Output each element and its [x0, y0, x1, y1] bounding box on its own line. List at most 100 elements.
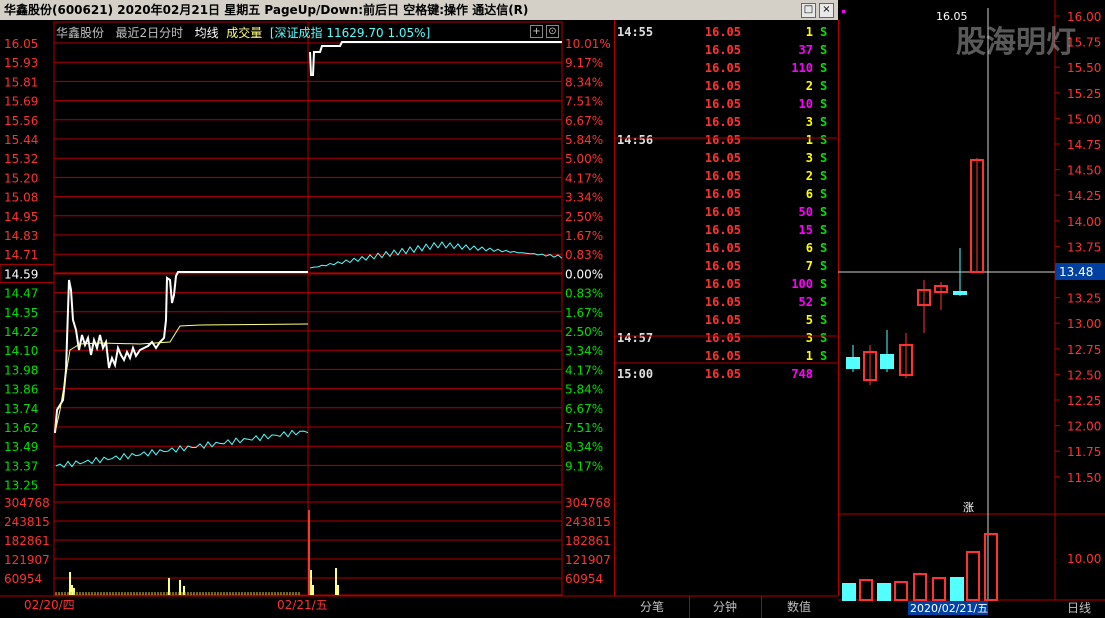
tick-flag: S [820, 97, 828, 111]
tick-volume: 50 [798, 205, 813, 219]
intraday-chart[interactable]: 16.05 15.93 15.81 15.69 15.56 15.44 15.32 15.20… [0, 20, 614, 618]
tab-values[interactable]: 数值 [761, 596, 837, 618]
tick-flag: S [820, 151, 828, 165]
pct-tick-label: 1.67% [565, 229, 603, 243]
price-tick-label: 14.35 [4, 306, 38, 320]
tick-flag [820, 365, 834, 383]
pct-tick-label: 8.34% [565, 75, 603, 89]
pct-tick-label: 9.17% [565, 56, 603, 70]
tick-time [617, 203, 667, 221]
tick-flag: S [820, 241, 828, 255]
price-tick-label: 13.37 [4, 459, 38, 473]
kline-volume-bar [966, 551, 980, 601]
tick-flag: S [820, 277, 828, 291]
tick-flag: S [820, 331, 828, 345]
pct-tick-label: 6.67% [565, 114, 603, 128]
legend-index: [深证成指 11629.70 1.05%] [269, 26, 431, 40]
tick-volume: 1 [805, 349, 813, 363]
kline-chart[interactable]: 16.0015.7515.5015.2515.0014.7514.5014.25… [838, 0, 1105, 618]
price-tick-label: 15.32 [4, 152, 38, 166]
vol-tick-label-right: 121907 [565, 553, 611, 567]
kline-price-label: 15.50 [1067, 61, 1101, 75]
pct-tick-label: 8.34% [565, 440, 603, 454]
kline-volume-bar [950, 577, 964, 601]
tick-price: 16.05 [704, 25, 741, 39]
tick-time [617, 113, 667, 131]
tick-volume: 6 [805, 187, 813, 201]
kline-price-label: 11.75 [1067, 445, 1101, 459]
price-tick-label: 13.86 [4, 383, 38, 397]
tick-price: 16.05 [704, 277, 741, 291]
pct-tick-label: 0.83% [565, 248, 603, 262]
pct-tick-label: 0.00% [565, 267, 603, 281]
tick-time [617, 41, 667, 59]
chart-legend: 华鑫股份 最近2日分时 均线 成交量 [深证成指 11629.70 1.05%] [56, 24, 430, 41]
restore-button[interactable]: □ [801, 3, 816, 18]
kline-top-label: 16.05 [936, 10, 968, 23]
price-tick-label: 14.22 [4, 325, 38, 339]
tick-price: 16.05 [704, 43, 741, 57]
limit-up-mark: 涨 [963, 501, 974, 514]
settings-icon[interactable]: ⊙ [546, 25, 559, 38]
legend-period: 最近2日分时 [115, 26, 184, 40]
tick-time [617, 293, 667, 311]
pct-tick-label: 2.50% [565, 325, 603, 339]
pct-tick-label: 9.17% [565, 459, 603, 473]
tick-time: 14:57 [617, 331, 654, 345]
kline-price-label: 14.00 [1067, 215, 1101, 229]
tick-price: 16.05 [704, 259, 741, 273]
price-tick-label: 15.81 [4, 75, 38, 89]
pct-tick-label: 7.51% [565, 95, 603, 109]
tick-time [617, 77, 667, 95]
tick-flag: S [820, 61, 828, 75]
close-button[interactable]: × [819, 3, 834, 18]
tick-price: 16.05 [704, 187, 741, 201]
tick-time [617, 185, 667, 203]
tick-price: 16.05 [704, 115, 741, 129]
tick-time [617, 59, 667, 77]
kline-price-label: 11.50 [1067, 471, 1101, 485]
tick-flag: S [820, 187, 828, 201]
period-label[interactable]: 日线 [1067, 601, 1091, 615]
tab-minute[interactable]: 分钟 [689, 596, 762, 618]
price-tick-label: 13.62 [4, 421, 38, 435]
kline-price-label: 12.25 [1067, 394, 1101, 408]
kline-volume-bar [932, 577, 946, 601]
tick-price: 16.05 [704, 241, 741, 255]
add-indicator-button[interactable]: + [530, 25, 543, 38]
crosshair-price: 13.48 [1059, 265, 1093, 279]
tick-time [617, 257, 667, 275]
price-tick-label: 14.95 [4, 210, 38, 224]
tick-volume: 15 [798, 223, 813, 237]
kline-price-label: 13.25 [1067, 292, 1101, 306]
tick-volume: 748 [791, 367, 813, 381]
tick-time: 14:55 [617, 25, 654, 39]
vol-tick-label-right: 182861 [565, 534, 611, 548]
price-tick-label: 13.25 [4, 479, 38, 493]
tick-time [617, 149, 667, 167]
tick-flag: S [820, 133, 828, 147]
price-tick-label: 15.56 [4, 114, 38, 128]
window-titlebar: 华鑫股份(600621) 2020年02月21日 星期五 PageUp/Down… [0, 0, 838, 20]
candle-body [880, 354, 894, 369]
date-label-day1: 02/20/四 [24, 598, 75, 612]
price-line-day2 [309, 41, 562, 76]
tick-price: 16.05 [704, 313, 741, 327]
price-tick-label: 14.10 [4, 344, 38, 358]
kline-volume-bar [894, 581, 908, 601]
price-tick-label: 16.05 [4, 37, 38, 51]
pct-tick-label: 3.34% [565, 191, 603, 205]
price-tick-label: 14.71 [4, 248, 38, 262]
tick-time [617, 239, 667, 257]
kline-vol-label: 10.00 [1067, 552, 1101, 566]
tick-flag: S [820, 169, 828, 183]
tab-ticks[interactable]: 分笔 [615, 596, 690, 618]
tick-volume: 1 [805, 25, 813, 39]
tick-price: 16.05 [704, 97, 741, 111]
pct-tick-label: 5.00% [565, 152, 603, 166]
tick-flag: S [820, 25, 828, 39]
kline-price-label: 13.00 [1067, 317, 1101, 331]
price-tick-label: 15.69 [4, 95, 38, 109]
price-tick-label: 14.47 [4, 287, 38, 301]
tick-flag: S [820, 205, 828, 219]
